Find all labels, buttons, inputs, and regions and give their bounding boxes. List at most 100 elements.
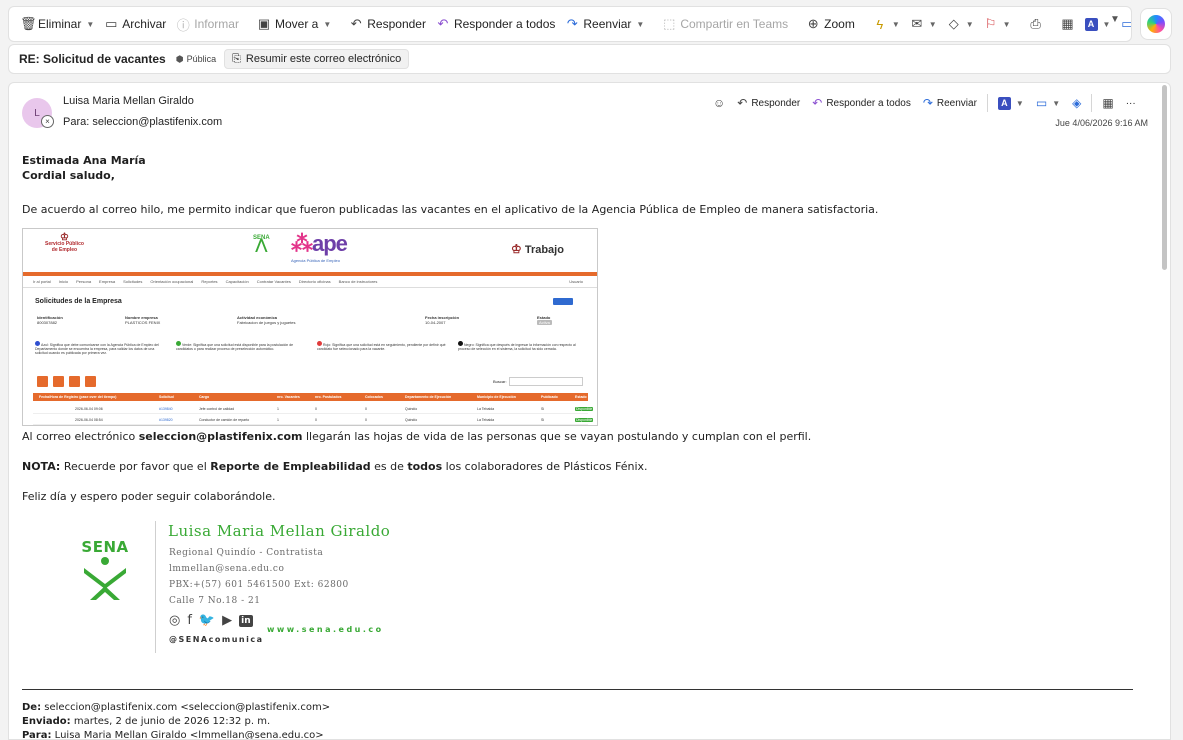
shot-nav-user: Usuario (569, 279, 583, 284)
chevron-down-icon: ▼ (928, 19, 937, 29)
copilot-button[interactable] (1140, 8, 1172, 40)
summarize-icon: ⎘ (232, 52, 241, 65)
green-dot-icon (176, 341, 181, 346)
presence-icon: × (41, 115, 54, 128)
message-more-button[interactable]: ··· (1120, 93, 1142, 113)
message-addin-button[interactable]: ▭ ▼ (1030, 93, 1066, 113)
message-reply-all-button[interactable]: ↶ Responder a todos (806, 93, 917, 113)
column-header: Departamento de Ejecución (405, 395, 452, 399)
shot-nav-item: Reportes (201, 279, 218, 284)
shot-nav-item: Inicio (58, 279, 69, 284)
column-header: Fecha/Hora de Registro (pase over del ti… (39, 395, 117, 399)
quoted-divider (22, 689, 1133, 690)
zoom-button[interactable]: ⊕ Zoom (801, 11, 860, 37)
sent-label: Enviado: (22, 716, 71, 727)
categorize-button[interactable]: ◇ ▼ (942, 11, 979, 37)
table-cell: 0 (315, 417, 317, 422)
quoted-sent: Enviado: martes, 2 de junio de 2026 12:3… (22, 715, 330, 729)
from-value: seleccion@plastifenix.com <seleccion@pla… (41, 702, 331, 713)
scrollbar[interactable] (1162, 85, 1167, 270)
twitter-icon[interactable]: 🐦 (199, 613, 215, 628)
blue-dot-icon (35, 341, 40, 346)
tag-icon: ◇ (948, 16, 959, 31)
chevron-down-icon[interactable]: ▼ (1110, 14, 1120, 25)
status-badge: Activa (537, 320, 552, 325)
ape-subtitle: Agencia Pública de Empleo (291, 258, 340, 263)
ape-text: ape (312, 231, 348, 256)
shot-search: Buscar: (493, 377, 583, 386)
info-icon: ⓘ (176, 17, 190, 33)
sender-name[interactable]: Luisa Maria Mellan Giraldo (63, 95, 194, 107)
forward-label: Reenviar (583, 17, 632, 31)
cv-paragraph: Al correo electrónico seleccion@plastife… (22, 430, 1152, 443)
archive-button[interactable]: ▭ Archivar (99, 11, 171, 37)
reply-label: Responder (751, 97, 801, 109)
table-cell: #139840 (159, 406, 173, 411)
chevron-down-icon[interactable]: ▼ (86, 20, 94, 29)
apps-button[interactable]: ▦ (1056, 11, 1080, 37)
reply-all-button[interactable]: ↶ Responder a todos (431, 11, 560, 37)
instagram-icon[interactable]: ◎ (169, 613, 180, 628)
reply-button[interactable]: ↶ Responder (344, 11, 431, 37)
table-cell: 1 (277, 417, 279, 422)
move-button[interactable]: ▣ Mover a ▼ (252, 11, 336, 37)
delete-button[interactable]: 🗑 Eliminar ▼ (15, 11, 99, 37)
message-loop-button[interactable]: ◈ (1066, 93, 1087, 113)
nota-bold: todos (407, 460, 443, 473)
legend-text: Rojo: Significa que una solicitud está e… (317, 343, 446, 351)
signature-address: Calle 7 No.18 - 21 (169, 596, 261, 606)
info-value: 800307882 (37, 320, 58, 325)
chevron-down-icon: ▼ (965, 19, 974, 29)
share-teams-button[interactable]: ⬚ Compartir en Teams (657, 11, 793, 37)
ape-people-icon: ⁂ (291, 231, 313, 256)
chevron-down-icon: ▼ (323, 19, 332, 29)
flag-button[interactable]: ⚐ ▼ (979, 11, 1016, 37)
forward-button[interactable]: ↷ Reenviar ▼ (560, 11, 649, 37)
shot-header: ♔ Servicio Público de Empleo SENA ⋀ ⁂ape Ag… (23, 229, 597, 272)
signature-website[interactable]: www.sena.edu.co (267, 625, 384, 634)
to-value: Luisa Maria Mellan Giraldo <lmmellan@sen… (51, 730, 324, 740)
column-header: Publicado (541, 395, 558, 399)
diamond-icon: ◈ (1072, 96, 1082, 110)
shot-nav-item: Empresa (99, 279, 116, 284)
quick-steps-button[interactable]: ϟ ▼ (868, 11, 905, 37)
shot-action-button (553, 298, 573, 305)
summarize-button[interactable]: ⎘ Resumir este correo electrónico (224, 49, 410, 69)
print-icon: ⎙ (1030, 16, 1041, 31)
signature-email: lmmellan@sena.edu.co (169, 564, 285, 574)
chevron-down-icon: ▼ (1015, 98, 1024, 108)
quoted-to: Para: Luisa Maria Mellan Giraldo <lmmell… (22, 729, 330, 740)
nota-label: NOTA: (22, 460, 61, 473)
trabajo-logo: ♔ Trabajo (511, 242, 564, 256)
shot-nav-item: Directorio oficinas (298, 279, 331, 284)
legend-item: Rojo: Significa que una solicitud está e… (317, 341, 446, 355)
sent-value: martes, 2 de junio de 2026 12:32 p. m. (70, 716, 271, 727)
read-unread-button[interactable]: ✉ ▼ (905, 11, 942, 37)
copilot-icon (1147, 15, 1165, 33)
servicio-publico-logo: ♔ Servicio Público de Empleo (45, 233, 84, 254)
zoom-icon: ⊕ (807, 16, 819, 31)
signature-phone: PBX:+(57) 601 5461500 Ext: 62800 (169, 580, 349, 590)
linkedin-icon[interactable]: in (239, 614, 253, 627)
closing-line: Feliz día y espero poder seguir colaborá… (22, 490, 276, 503)
youtube-icon[interactable]: ▶ (222, 613, 232, 628)
report-button[interactable]: ⓘ Informar (171, 11, 244, 37)
facebook-icon[interactable]: f (187, 613, 192, 628)
intro-paragraph: De acuerdo al correo hilo, me permito in… (22, 203, 879, 216)
search-label: Buscar: (493, 379, 507, 384)
message-pdf-button[interactable]: A ▼ (992, 93, 1030, 113)
emoji-button[interactable]: ☺ (707, 93, 731, 113)
more-label: ··· (1125, 97, 1136, 109)
message-forward-button[interactable]: ↷ Reenviar (917, 93, 983, 113)
table-cell: 1 (277, 406, 279, 411)
forward-label: Reenviar (936, 97, 977, 109)
message-apps-button[interactable]: ▦ (1096, 93, 1119, 113)
reply-label: Responder (367, 17, 426, 31)
message-reply-button[interactable]: ↶ Responder (731, 93, 806, 113)
recipient-email[interactable]: seleccion@plastifenix.com (92, 116, 222, 128)
legend-item: Negro: Significa que después de ingresar… (458, 341, 587, 355)
signature-name: Luisa Maria Mellan Giraldo (168, 522, 391, 540)
reply-icon: ↶ (737, 96, 748, 110)
print-button[interactable]: ⎙ (1024, 11, 1048, 37)
report-label: Informar (194, 17, 239, 31)
